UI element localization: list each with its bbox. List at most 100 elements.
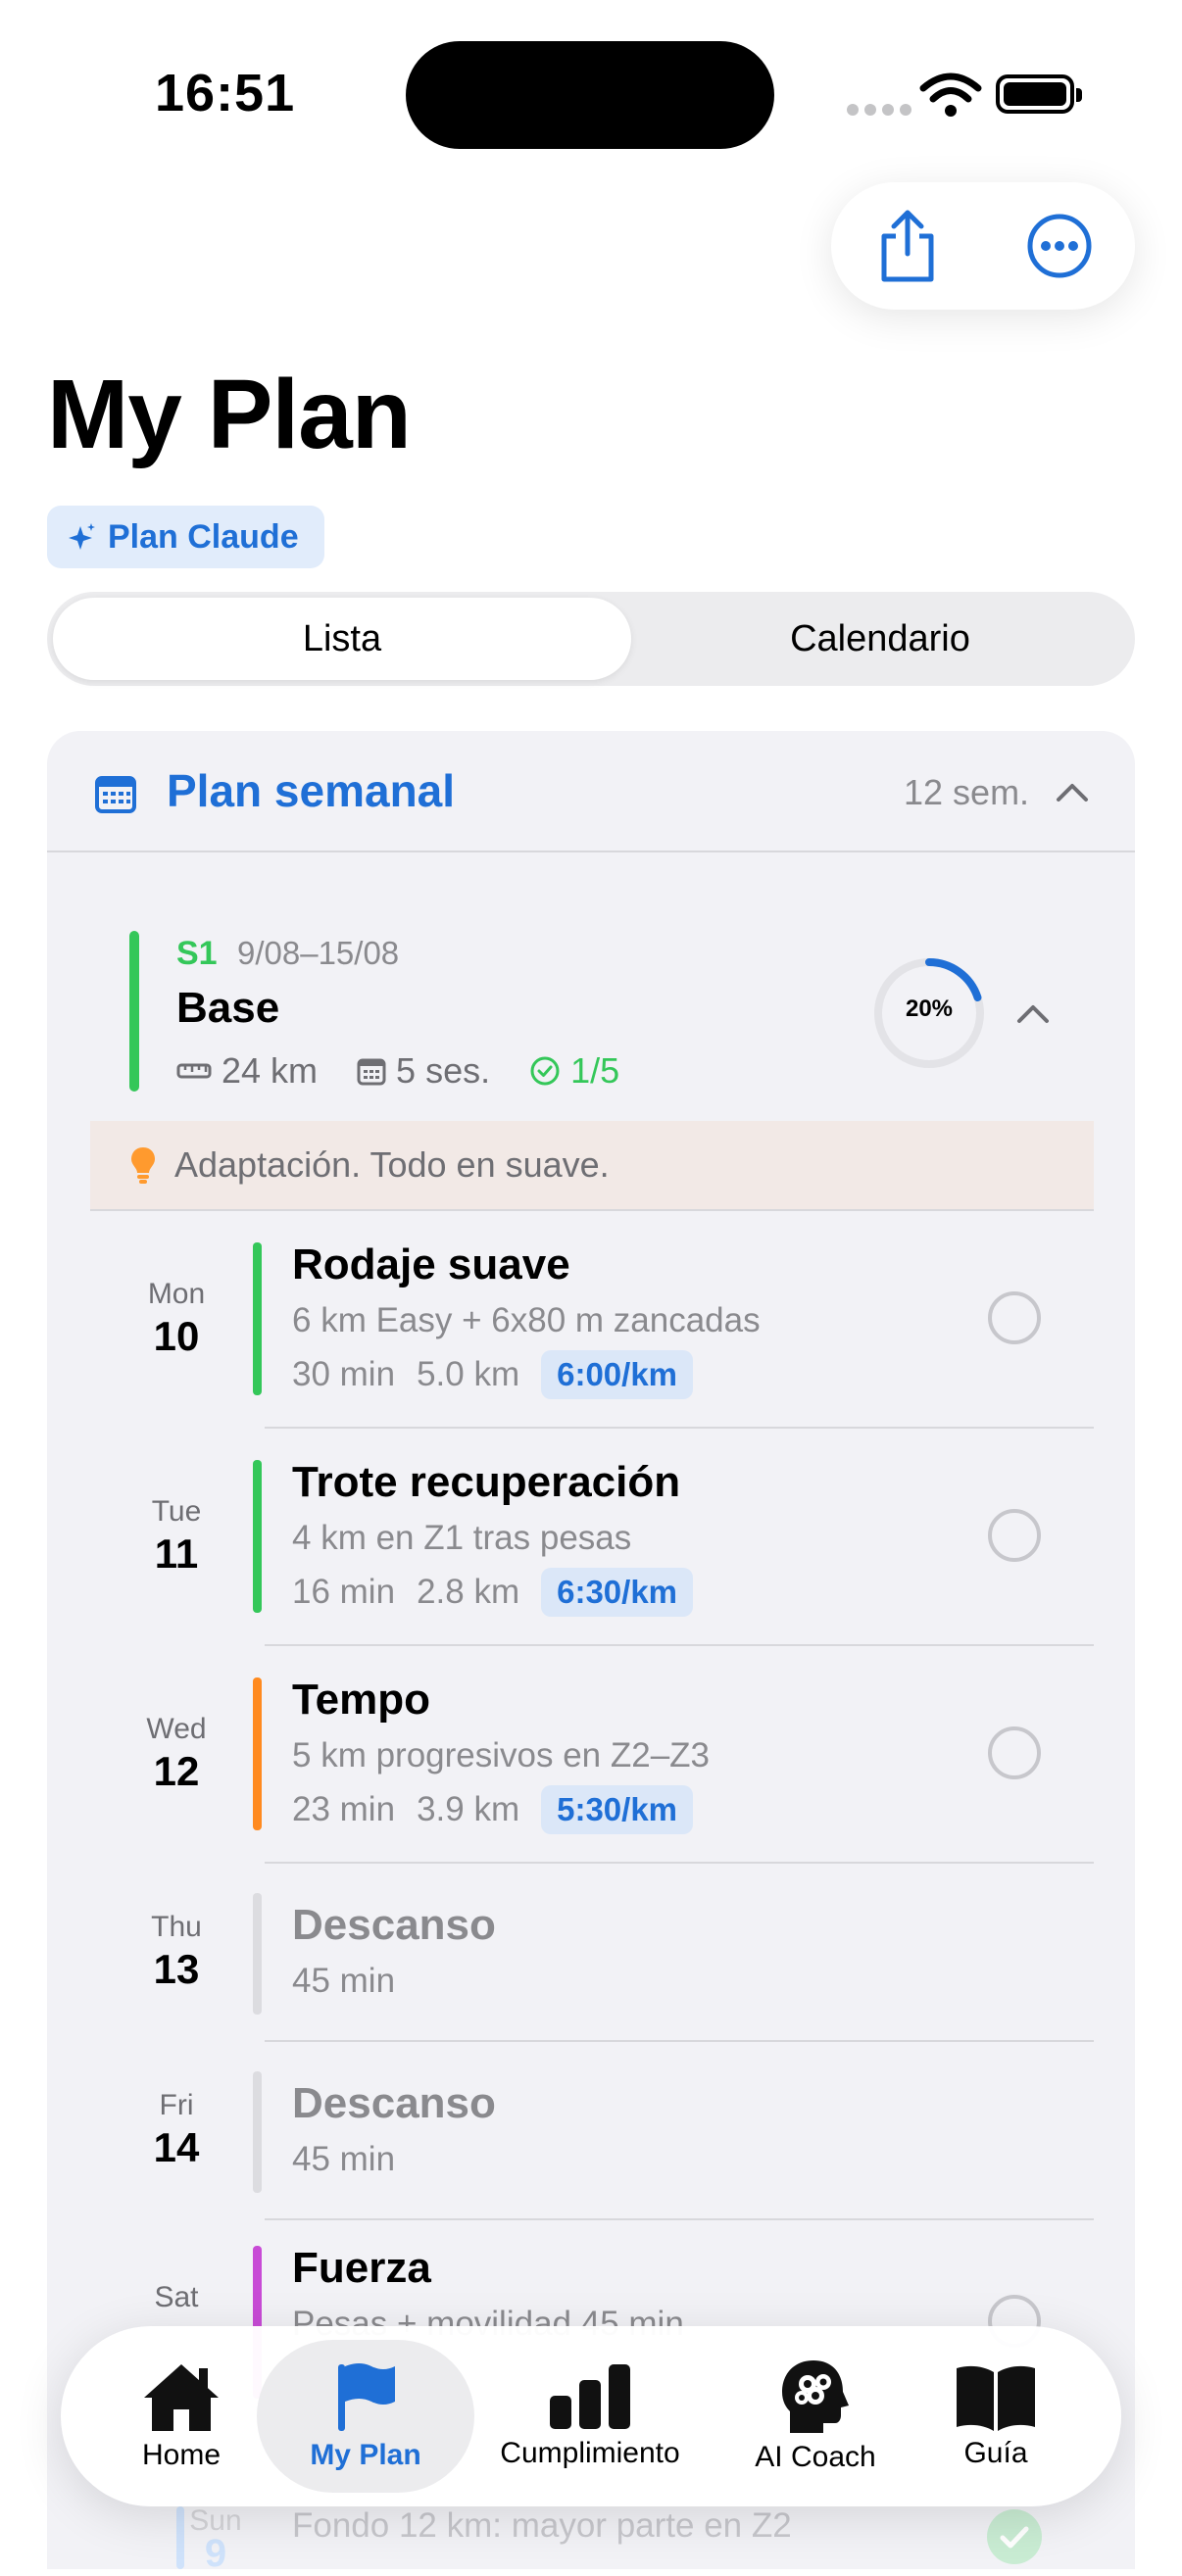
week-distance: 24 km — [222, 1050, 319, 1091]
faded-next-row: Sun 9 Fondo 12 km: mayor parte en Z2 — [47, 2504, 1135, 2575]
workout-description: 45 min — [292, 1962, 396, 2000]
tab-guide[interactable]: Guía — [937, 2326, 1055, 2506]
workout-row[interactable]: Mon 10 Rodaje suave 6 km Easy + 6x80 m z… — [90, 1211, 1094, 1429]
day-number: 11 — [154, 1531, 199, 1577]
week-meta: 24 km 5 ses. 1/5 — [176, 1050, 659, 1092]
cellular-signal-icon — [847, 104, 911, 116]
workout-pace-badge: 5:30/km — [541, 1785, 694, 1834]
day-number: 13 — [153, 1946, 200, 1992]
ruler-icon — [176, 1063, 212, 1079]
view-segmented-control: Lista Calendario — [47, 592, 1135, 686]
page-title: My Plan — [47, 360, 412, 469]
day-name: Wed — [146, 1713, 207, 1745]
day-name: Tue — [151, 1495, 202, 1528]
more-icon — [1027, 214, 1091, 278]
workout-duration: 16 min — [292, 1573, 396, 1611]
workout-description: 45 min — [292, 2140, 396, 2178]
workout-accent-bar — [253, 1460, 262, 1613]
workout-title: Rodaje suave — [292, 1240, 570, 1288]
bar-chart-icon — [550, 2364, 630, 2429]
workout-stats: 30 min 5.0 km 6:00/km — [292, 1350, 694, 1399]
workout-stats: 23 min 3.9 km 5:30/km — [292, 1785, 694, 1834]
status-time: 16:51 — [155, 64, 296, 122]
week-number: S1 — [176, 935, 218, 972]
workout-title: Tempo — [292, 1676, 430, 1724]
week-name: Base — [176, 984, 280, 1032]
day-number: 10 — [153, 1313, 200, 1359]
week-sessions: 5 ses. — [396, 1050, 491, 1091]
tab-my-plan[interactable]: My Plan — [257, 2326, 474, 2506]
checkmark-circle-icon — [530, 1056, 560, 1086]
tab-compliance-label: Cumplimiento — [500, 2437, 680, 2469]
more-button[interactable] — [1010, 197, 1108, 295]
weekly-plan-title: Plan semanal — [167, 765, 456, 816]
workout-row[interactable]: Tue 11 Trote recuperación 4 km en Z1 tra… — [90, 1429, 1094, 1646]
workout-duration: 30 min — [292, 1355, 396, 1393]
rest-row[interactable]: Thu 13 Descanso 45 min — [90, 1864, 1094, 2042]
day-number: 14 — [153, 2124, 200, 2170]
day-name: Sat — [154, 2281, 199, 2313]
share-icon — [881, 210, 933, 282]
workout-title: Fuerza — [292, 2244, 431, 2292]
tab-my-plan-label: My Plan — [310, 2439, 421, 2471]
chevron-up-icon[interactable] — [1055, 780, 1090, 803]
dynamic-island — [406, 41, 774, 149]
brain-head-icon — [782, 2360, 849, 2433]
weekly-plan-weeks: 12 sem. — [904, 772, 1030, 812]
completion-checkbox[interactable] — [988, 1509, 1041, 1562]
workout-description: 6 km Easy + 6x80 m zancadas — [292, 1301, 761, 1339]
tab-guide-label: Guía — [963, 2437, 1028, 2469]
day-number: 12 — [153, 1748, 200, 1794]
week-accent-bar — [129, 931, 139, 1092]
workout-accent-bar — [253, 1893, 262, 2015]
toolbar-actions — [831, 182, 1135, 310]
segment-list[interactable]: Lista — [53, 598, 631, 680]
workout-distance: 2.8 km — [417, 1573, 520, 1611]
tab-home-label: Home — [141, 2439, 222, 2471]
workout-duration: 23 min — [292, 1790, 396, 1828]
workout-accent-bar — [253, 1242, 262, 1395]
workout-row[interactable]: Wed 12 Tempo 5 km progresivos en Z2–Z3 2… — [90, 1646, 1094, 1864]
workout-accent-bar — [253, 1677, 262, 1830]
share-button[interactable] — [859, 197, 957, 295]
day-name: Mon — [147, 1278, 206, 1310]
week-progress-label: 20% — [905, 996, 954, 1022]
tab-compliance[interactable]: Cumplimiento — [482, 2326, 698, 2506]
week-dates: 9/08–15/08 — [237, 935, 400, 971]
workout-pace-badge: 6:00/km — [541, 1350, 694, 1399]
workout-distance: 5.0 km — [417, 1355, 520, 1393]
completed-check-icon[interactable] — [986, 2508, 1043, 2565]
day-name: Fri — [159, 2089, 194, 2121]
plan-source-badge[interactable]: Plan Claude — [47, 506, 324, 568]
segment-calendar[interactable]: Calendario — [631, 598, 1129, 680]
week-chevron-up-icon[interactable] — [1015, 1001, 1051, 1025]
completion-checkbox[interactable] — [988, 1291, 1041, 1344]
lightbulb-icon — [131, 1147, 155, 1184]
workout-pace-badge: 6:30/km — [541, 1568, 694, 1617]
workout-distance: 3.9 km — [417, 1790, 520, 1828]
workout-description: 4 km en Z1 tras pesas — [292, 1519, 632, 1557]
workout-accent-bar — [253, 2071, 262, 2193]
week-note: Adaptación. Todo en suave. — [90, 1121, 1094, 1211]
week-note-text: Adaptación. Todo en suave. — [174, 1144, 610, 1185]
day-number-faded: 9 — [204, 2532, 227, 2575]
plan-badge-label: Plan Claude — [108, 517, 299, 556]
tab-home[interactable]: Home — [120, 2326, 243, 2506]
flag-icon — [338, 2363, 395, 2431]
tab-bar: Home My Plan Cumplimiento AI Coach Guía — [61, 2326, 1121, 2506]
rest-row[interactable]: Fri 14 Descanso 45 min — [90, 2042, 1094, 2220]
workout-title: Descanso — [292, 2079, 496, 2127]
week-completed: 1/5 — [570, 1050, 620, 1091]
battery-icon — [996, 74, 1082, 114]
tab-ai-coach-label: AI Coach — [755, 2441, 876, 2473]
workout-title: Trote recuperación — [292, 1458, 681, 1506]
workout-stats: 16 min 2.8 km 6:30/km — [292, 1568, 694, 1617]
workout-title: Descanso — [292, 1901, 496, 1949]
day-name: Thu — [151, 1911, 202, 1943]
calendar-small-icon — [357, 1058, 386, 1086]
sparkle-icon — [69, 523, 95, 550]
completion-checkbox[interactable] — [988, 1726, 1041, 1779]
workout-description: 5 km progresivos en Z2–Z3 — [292, 1736, 711, 1774]
book-icon — [957, 2365, 1035, 2431]
tab-ai-coach[interactable]: AI Coach — [737, 2326, 894, 2506]
